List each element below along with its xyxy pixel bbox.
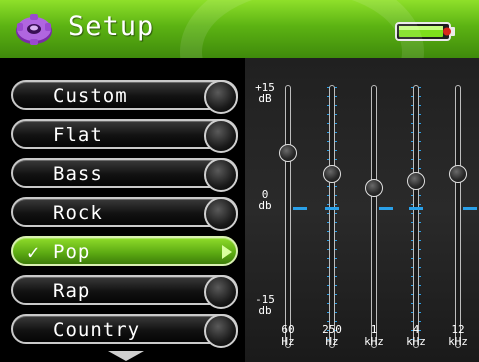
scale-mid-label: 0 db <box>245 189 285 211</box>
preset-knob <box>204 314 238 348</box>
preset-knob <box>204 275 238 309</box>
band-unit: Hz <box>325 335 339 348</box>
preset-label: Rock <box>53 202 103 224</box>
slider-knob-4khz[interactable] <box>407 172 425 191</box>
preset-country[interactable]: Country <box>11 314 238 348</box>
slider-knob-1khz[interactable] <box>365 179 383 198</box>
preset-label: Pop <box>53 241 91 263</box>
preset-flat[interactable]: Flat <box>11 119 238 153</box>
scale-top-label: +15 dB <box>245 82 285 104</box>
preset-rap[interactable]: Rap <box>11 275 238 309</box>
zero-marker <box>409 206 423 210</box>
band-label: 12 kHz <box>443 324 473 348</box>
page-title: Setup <box>68 11 155 42</box>
slider-knob-12khz[interactable] <box>449 165 467 184</box>
zero-marker <box>325 206 339 210</box>
preset-label: Bass <box>53 163 103 185</box>
preset-label: Country <box>53 319 141 341</box>
zero-marker <box>379 206 393 210</box>
scale-bottom-label: -15 db <box>245 294 285 316</box>
zero-marker <box>293 206 307 210</box>
slider-track-60hz[interactable] <box>285 85 291 348</box>
slider-track-250hz[interactable] <box>329 85 335 348</box>
band-label: 4 kHz <box>401 324 431 348</box>
preset-label: Flat <box>53 124 103 146</box>
slider-track-12khz[interactable] <box>455 85 461 348</box>
scale-top-unit: dB <box>258 92 272 105</box>
band-label: 60 Hz <box>273 324 303 348</box>
scale-mid-unit: db <box>258 199 272 212</box>
battery-icon <box>395 22 455 41</box>
preset-pop[interactable]: ✓ Pop <box>11 236 238 266</box>
band-unit: kHz <box>406 335 426 348</box>
preset-knob <box>204 158 238 192</box>
preset-knob <box>204 197 238 231</box>
header-bar: Setup <box>0 0 479 58</box>
gear-icon <box>16 14 52 45</box>
checkmark-icon: ✓ <box>27 240 40 264</box>
band-unit: Hz <box>281 335 295 348</box>
chevron-right-icon <box>222 245 232 259</box>
preset-knob <box>204 80 238 114</box>
preset-knob <box>204 119 238 153</box>
eq-preset-list: Custom Flat Bass Rock ✓ Pop Rap Country <box>0 72 243 362</box>
band-unit: kHz <box>448 335 468 348</box>
chevron-down-icon[interactable] <box>108 351 144 361</box>
band-unit: kHz <box>364 335 384 348</box>
preset-bass[interactable]: Bass <box>11 158 238 192</box>
slider-knob-60hz[interactable] <box>279 144 297 163</box>
slider-track-4khz[interactable] <box>413 85 419 348</box>
band-label: 1 kHz <box>359 324 389 348</box>
preset-label: Custom <box>53 85 128 107</box>
preset-rock[interactable]: Rock <box>11 197 238 231</box>
slider-track-1khz[interactable] <box>371 85 377 348</box>
preset-custom[interactable]: Custom <box>11 80 238 114</box>
zero-marker <box>463 206 477 210</box>
band-label: 250 Hz <box>317 324 347 348</box>
preset-label: Rap <box>53 280 91 302</box>
equalizer-panel: +15 dB 0 db -15 db 60 Hz 250 Hz 1 kHz 4 kHz 12 kH… <box>245 58 479 362</box>
slider-knob-250hz[interactable] <box>323 165 341 184</box>
scale-bottom-unit: db <box>258 304 272 317</box>
